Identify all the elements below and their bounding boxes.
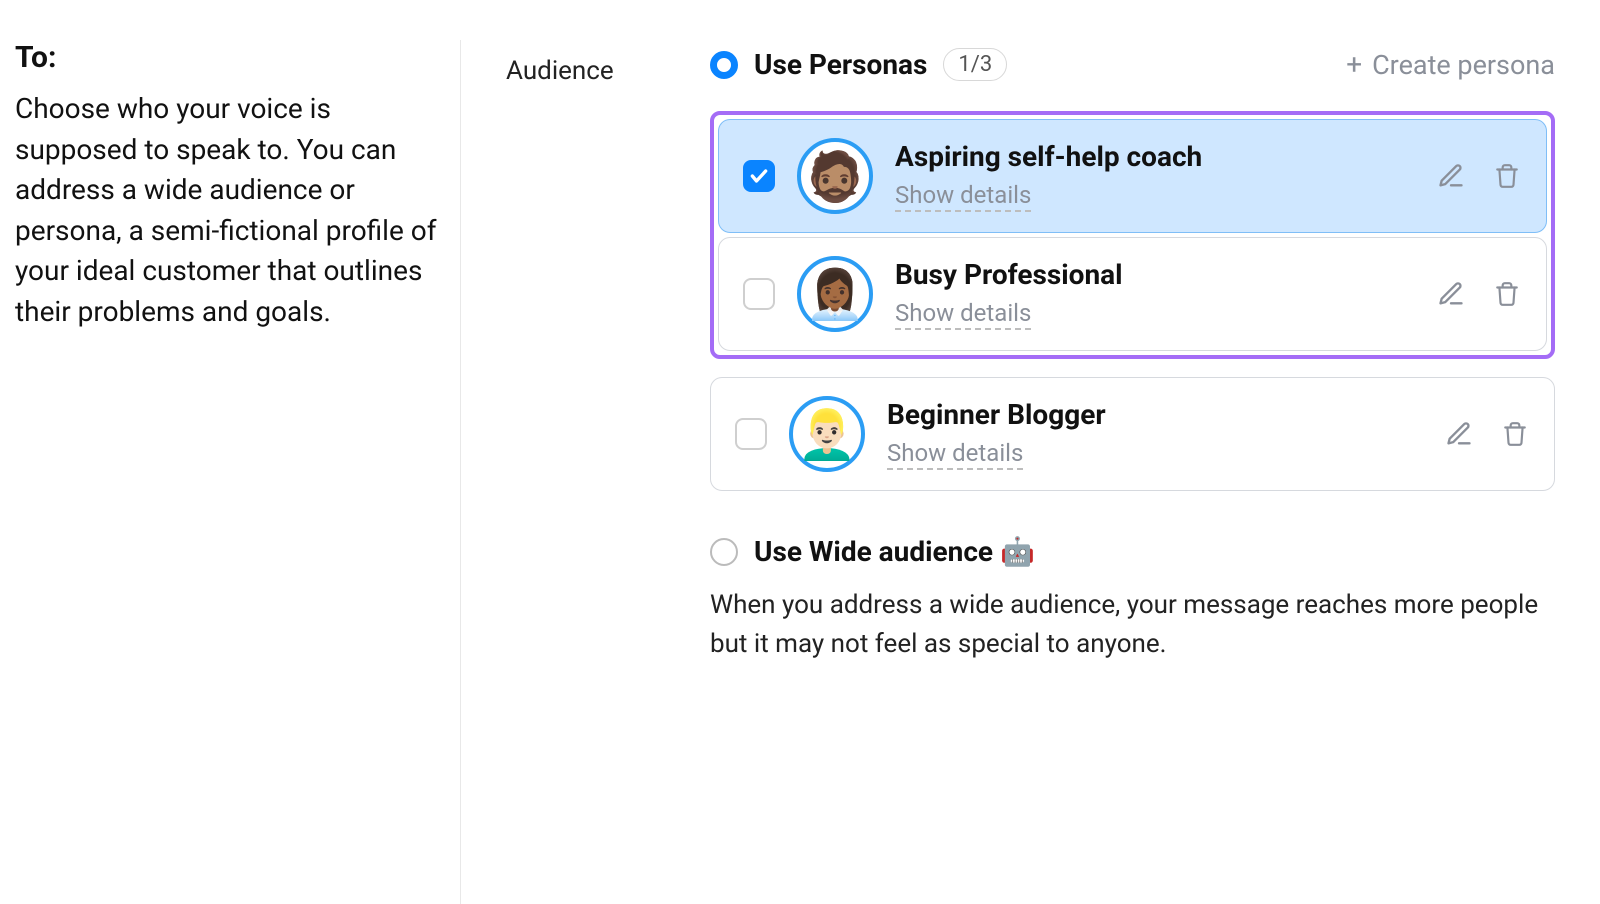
edit-icon[interactable]: [1436, 161, 1466, 191]
delete-icon[interactable]: [1492, 279, 1522, 309]
persona-card[interactable]: 👱🏻‍♂️ Beginner Blogger Show details: [710, 377, 1555, 491]
delete-icon[interactable]: [1500, 419, 1530, 449]
wide-audience-label: Use Wide audience 🤖: [754, 535, 1035, 568]
audience-settings-panel: Use Personas 1/3 + Create persona 🧔🏽 Asp…: [710, 40, 1585, 904]
check-icon: [749, 166, 769, 186]
persona-name: Aspiring self-help coach: [895, 140, 1414, 173]
persona-info: Busy Professional Show details: [895, 258, 1414, 330]
left-description-panel: To: Choose who your voice is supposed to…: [15, 40, 460, 904]
edit-icon[interactable]: [1436, 279, 1466, 309]
persona-actions: [1436, 279, 1522, 309]
persona-avatar: 🧔🏽: [797, 138, 873, 214]
edit-icon[interactable]: [1444, 419, 1474, 449]
show-details-link[interactable]: Show details: [895, 299, 1031, 330]
section-label-column: Audience: [460, 40, 710, 904]
create-persona-button[interactable]: + Create persona: [1346, 49, 1555, 81]
use-personas-row: Use Personas 1/3 + Create persona: [710, 48, 1555, 81]
highlight-box: 🧔🏽 Aspiring self-help coach Show details: [710, 111, 1555, 359]
persona-avatar: 👱🏻‍♂️: [789, 396, 865, 472]
persona-name: Beginner Blogger: [887, 398, 1422, 431]
wide-audience-radio[interactable]: [710, 538, 738, 566]
robot-icon: 🤖: [1000, 535, 1035, 568]
persona-card[interactable]: 👩🏾‍💼 Busy Professional Show details: [718, 237, 1547, 351]
persona-checkbox[interactable]: [743, 278, 775, 310]
use-personas-radio[interactable]: [710, 51, 738, 79]
plus-icon: +: [1346, 51, 1362, 79]
persona-name: Busy Professional: [895, 258, 1414, 291]
persona-card[interactable]: 🧔🏽 Aspiring self-help coach Show details: [718, 119, 1547, 233]
delete-icon[interactable]: [1492, 161, 1522, 191]
to-description: Choose who your voice is supposed to spe…: [15, 89, 440, 333]
wide-audience-row: Use Wide audience 🤖: [710, 535, 1555, 568]
persona-checkbox[interactable]: [743, 160, 775, 192]
wide-audience-description: When you address a wide audience, your m…: [710, 586, 1555, 664]
persona-checkbox[interactable]: [735, 418, 767, 450]
persona-avatar: 👩🏾‍💼: [797, 256, 873, 332]
to-heading: To:: [15, 40, 440, 75]
create-persona-label: Create persona: [1372, 49, 1555, 81]
persona-count-badge: 1/3: [943, 48, 1007, 81]
persona-actions: [1436, 161, 1522, 191]
persona-info: Beginner Blogger Show details: [887, 398, 1422, 470]
use-personas-label: Use Personas: [754, 48, 927, 81]
audience-label: Audience: [506, 56, 710, 86]
show-details-link[interactable]: Show details: [887, 439, 1023, 470]
persona-info: Aspiring self-help coach Show details: [895, 140, 1414, 212]
wide-audience-section: Use Wide audience 🤖 When you address a w…: [710, 535, 1555, 664]
show-details-link[interactable]: Show details: [895, 181, 1031, 212]
persona-actions: [1444, 419, 1530, 449]
